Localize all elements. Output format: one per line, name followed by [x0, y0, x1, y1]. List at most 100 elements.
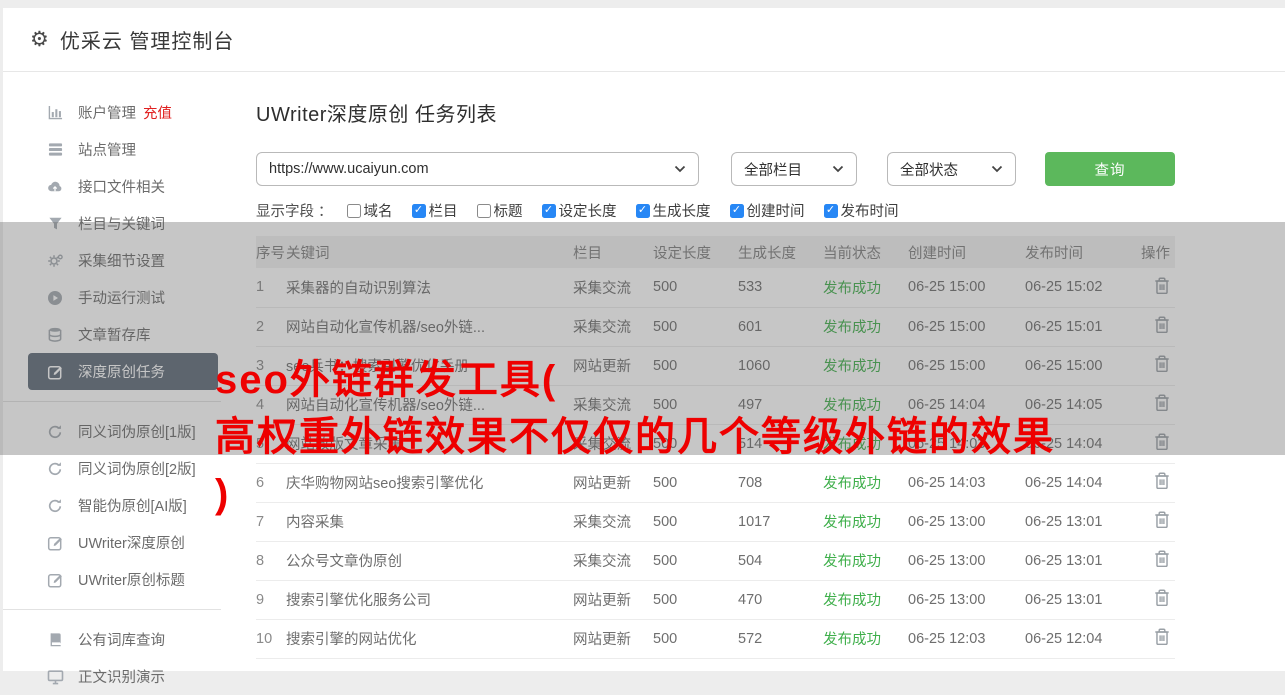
- cell-keyword: 搜索引擎优化服务公司: [286, 580, 573, 619]
- sidebar-item-label: 文章暂存库: [78, 324, 151, 345]
- field-checkbox[interactable]: 标题: [477, 200, 523, 221]
- cell-gen_len: 497: [738, 385, 823, 424]
- checkbox-icon: ✓: [542, 204, 556, 218]
- delete-button[interactable]: [1153, 510, 1171, 529]
- trash-icon: [1153, 595, 1171, 610]
- sidebar-item[interactable]: 正文识别演示: [28, 658, 218, 695]
- recharge-link[interactable]: 充值: [143, 102, 172, 123]
- chevron-down-icon: [832, 165, 844, 173]
- server-icon: [46, 142, 64, 158]
- field-checkbox[interactable]: ✓设定长度: [542, 200, 617, 221]
- trash-icon: [1153, 517, 1171, 532]
- trash-icon: [1153, 439, 1171, 454]
- trash-icon: [1153, 556, 1171, 571]
- delete-button[interactable]: [1153, 354, 1171, 373]
- column-header: 序号: [256, 236, 286, 268]
- checkbox-label: 域名: [364, 200, 393, 221]
- cell-no: 9: [256, 580, 286, 619]
- sidebar-item[interactable]: UWriter原创标题: [28, 561, 218, 598]
- sidebar-item[interactable]: 账户管理充值: [28, 94, 218, 131]
- delete-button[interactable]: [1153, 549, 1171, 568]
- sidebar-item[interactable]: 栏目与关键词: [28, 205, 218, 242]
- delete-button[interactable]: [1153, 471, 1171, 490]
- cell-published: 06-25 15:02: [1025, 268, 1141, 307]
- checkbox-icon: [477, 204, 491, 218]
- sidebar-item[interactable]: 智能伪原创[AI版]: [28, 487, 218, 524]
- cell-status: 发布成功: [823, 580, 908, 619]
- sidebar: 账户管理充值站点管理接口文件相关栏目与关键词采集细节设置手动运行测试文章暂存库深…: [3, 72, 243, 670]
- cell-actions: [1141, 346, 1175, 385]
- cell-set_len: 500: [653, 502, 738, 541]
- trash-icon: [1153, 634, 1171, 649]
- column-select[interactable]: 全部栏目: [731, 152, 857, 186]
- field-checkbox[interactable]: ✓生成长度: [636, 200, 711, 221]
- cell-column: 采集交流: [573, 385, 653, 424]
- cell-column: 采集交流: [573, 502, 653, 541]
- chevron-down-icon: [991, 165, 1003, 173]
- sidebar-item[interactable]: 手动运行测试: [28, 279, 218, 316]
- field-checkbox[interactable]: ✓发布时间: [824, 200, 899, 221]
- edit-icon: [46, 572, 64, 588]
- sidebar-item[interactable]: 公有词库查询: [28, 621, 218, 658]
- cell-set_len: 500: [653, 619, 738, 658]
- checkbox-icon: ✓: [730, 204, 744, 218]
- field-checkbox[interactable]: ✓栏目: [412, 200, 458, 221]
- field-checkbox[interactable]: 域名: [347, 200, 393, 221]
- cell-actions: [1141, 385, 1175, 424]
- cell-published: 06-25 13:01: [1025, 580, 1141, 619]
- edit-icon: [46, 364, 64, 380]
- sidebar-item-label: 站点管理: [78, 139, 136, 160]
- cell-gen_len: 470: [738, 580, 823, 619]
- trash-icon: [1153, 361, 1171, 376]
- sidebar-divider: [3, 401, 221, 402]
- sidebar-item[interactable]: UWriter深度原创: [28, 524, 218, 561]
- cell-no: 2: [256, 307, 286, 346]
- cell-status: 发布成功: [823, 619, 908, 658]
- sidebar-item[interactable]: 文章暂存库: [28, 316, 218, 353]
- table-row: 7内容采集采集交流5001017发布成功06-25 13:0006-25 13:…: [256, 502, 1175, 541]
- trash-icon: [1153, 400, 1171, 415]
- delete-button[interactable]: [1153, 627, 1171, 646]
- table-header-row: 序号关键词栏目设定长度生成长度当前状态创建时间发布时间操作: [256, 236, 1175, 268]
- fields-label: 显示字段 ：: [256, 200, 333, 221]
- cell-status: 发布成功: [823, 346, 908, 385]
- cell-no: 10: [256, 619, 286, 658]
- cell-keyword: 公众号文章伪原创: [286, 541, 573, 580]
- delete-button[interactable]: [1153, 315, 1171, 334]
- cell-actions: [1141, 307, 1175, 346]
- cell-actions: [1141, 541, 1175, 580]
- sidebar-item[interactable]: 深度原创任务: [28, 353, 218, 390]
- delete-button[interactable]: [1153, 588, 1171, 607]
- gear-icon: ⚙: [30, 29, 49, 50]
- cell-actions: [1141, 424, 1175, 463]
- cell-set_len: 500: [653, 307, 738, 346]
- delete-button[interactable]: [1153, 393, 1171, 412]
- field-checkbox[interactable]: ✓创建时间: [730, 200, 805, 221]
- cell-set_len: 500: [653, 463, 738, 502]
- cell-no: 3: [256, 346, 286, 385]
- sidebar-item[interactable]: 接口文件相关: [28, 168, 218, 205]
- filter-icon: [46, 216, 64, 232]
- cell-keyword: 网站改版文章采集: [286, 424, 573, 463]
- column-header: 创建时间: [908, 236, 1025, 268]
- sidebar-item-label: 正文识别演示: [78, 666, 165, 687]
- checkbox-label: 设定长度: [559, 200, 617, 221]
- sidebar-item[interactable]: 同义词伪原创[2版]: [28, 450, 218, 487]
- cell-actions: [1141, 268, 1175, 307]
- query-button[interactable]: 查询: [1045, 152, 1175, 186]
- table-row: 1采集器的自动识别算法采集交流500533发布成功06-25 15:0006-2…: [256, 268, 1175, 307]
- cell-column: 网站更新: [573, 619, 653, 658]
- site-select[interactable]: https://www.ucaiyun.com: [256, 152, 699, 186]
- cell-published: 06-25 12:04: [1025, 619, 1141, 658]
- delete-button[interactable]: [1153, 432, 1171, 451]
- sidebar-item[interactable]: 同义词伪原创[1版]: [28, 413, 218, 450]
- checkbox-icon: ✓: [636, 204, 650, 218]
- sidebar-item-label: 手动运行测试: [78, 287, 165, 308]
- cell-no: 1: [256, 268, 286, 307]
- top-bar: ⚙ 优采云 管理控制台: [3, 8, 1285, 72]
- sidebar-item[interactable]: 采集细节设置: [28, 242, 218, 279]
- sidebar-item[interactable]: 站点管理: [28, 131, 218, 168]
- delete-button[interactable]: [1153, 276, 1171, 295]
- status-select[interactable]: 全部状态: [887, 152, 1016, 186]
- cell-column: 网站更新: [573, 580, 653, 619]
